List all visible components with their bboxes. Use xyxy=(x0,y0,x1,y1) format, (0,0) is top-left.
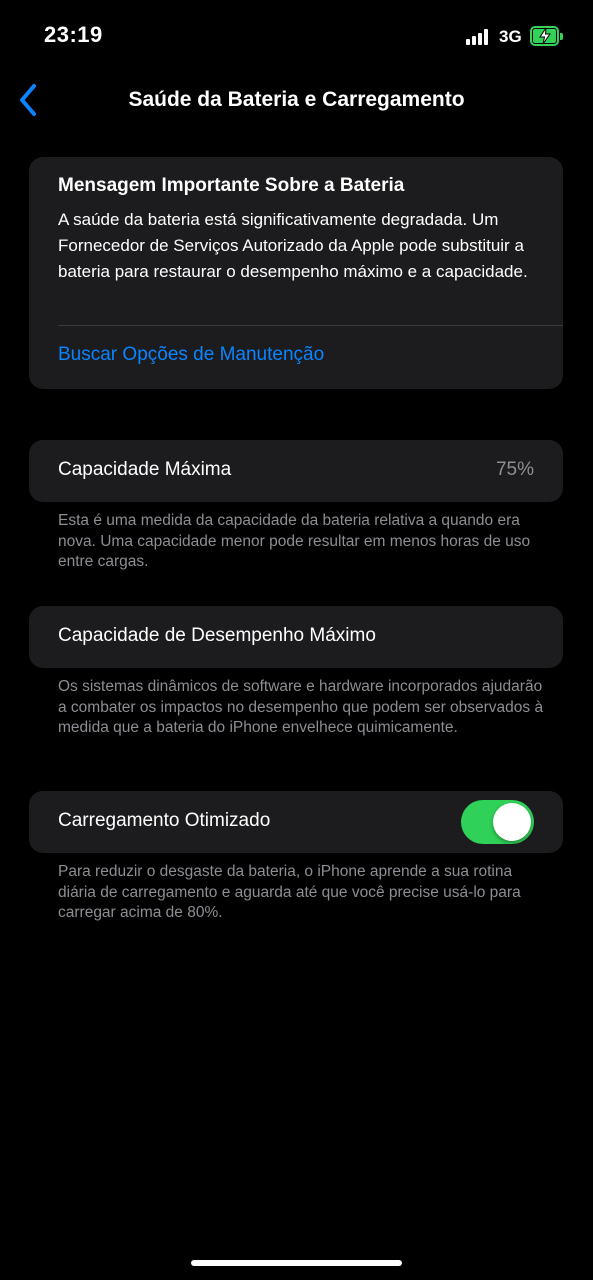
battery-charging-icon xyxy=(530,26,563,46)
navigation-bar: Saúde da Bateria e Carregamento xyxy=(0,70,593,132)
toggle-knob xyxy=(493,803,531,841)
optimized-charging-footnote: Para reduzir o desgaste da bateria, o iP… xyxy=(58,863,521,921)
service-options-link[interactable]: Buscar Opções de Manutenção xyxy=(58,344,324,366)
peak-performance-footnote: Os sistemas dinâmicos de software e hard… xyxy=(58,678,544,736)
max-capacity-label: Capacidade Máxima xyxy=(58,459,232,480)
peak-performance-label: Capacidade de Desempenho Máximo xyxy=(58,625,376,646)
max-capacity-value: 75% xyxy=(495,459,534,480)
optimized-charging-toggle[interactable] xyxy=(461,800,534,844)
important-message-title: Mensagem Importante Sobre a Bateria xyxy=(58,175,405,196)
page-title: Saúde da Bateria e Carregamento xyxy=(128,88,465,111)
max-capacity-footnote: Esta é uma medida da capacidade da bater… xyxy=(58,512,531,570)
divider xyxy=(58,325,563,326)
bolt-icon xyxy=(539,27,551,45)
status-time: 23:19 xyxy=(44,22,103,47)
important-message-body: A saúde da bateria está significativamen… xyxy=(58,210,528,281)
status-bar: 23:19 3G xyxy=(0,0,593,70)
peak-performance-row[interactable]: Capacidade de Desempenho Máximo xyxy=(29,606,563,668)
optimized-charging-label: Carregamento Otimizado xyxy=(58,810,271,831)
important-message-card: Mensagem Importante Sobre a Bateria A sa… xyxy=(29,157,563,389)
network-type: 3G xyxy=(499,27,522,46)
optimized-charging-row: Carregamento Otimizado xyxy=(29,791,563,853)
max-capacity-row: Capacidade Máxima 75% xyxy=(29,440,563,502)
screen: 23:19 3G Saúde da Bateria e Carregamento… xyxy=(0,0,593,1280)
cellular-signal-icon xyxy=(466,29,492,45)
home-indicator[interactable] xyxy=(191,1260,402,1266)
